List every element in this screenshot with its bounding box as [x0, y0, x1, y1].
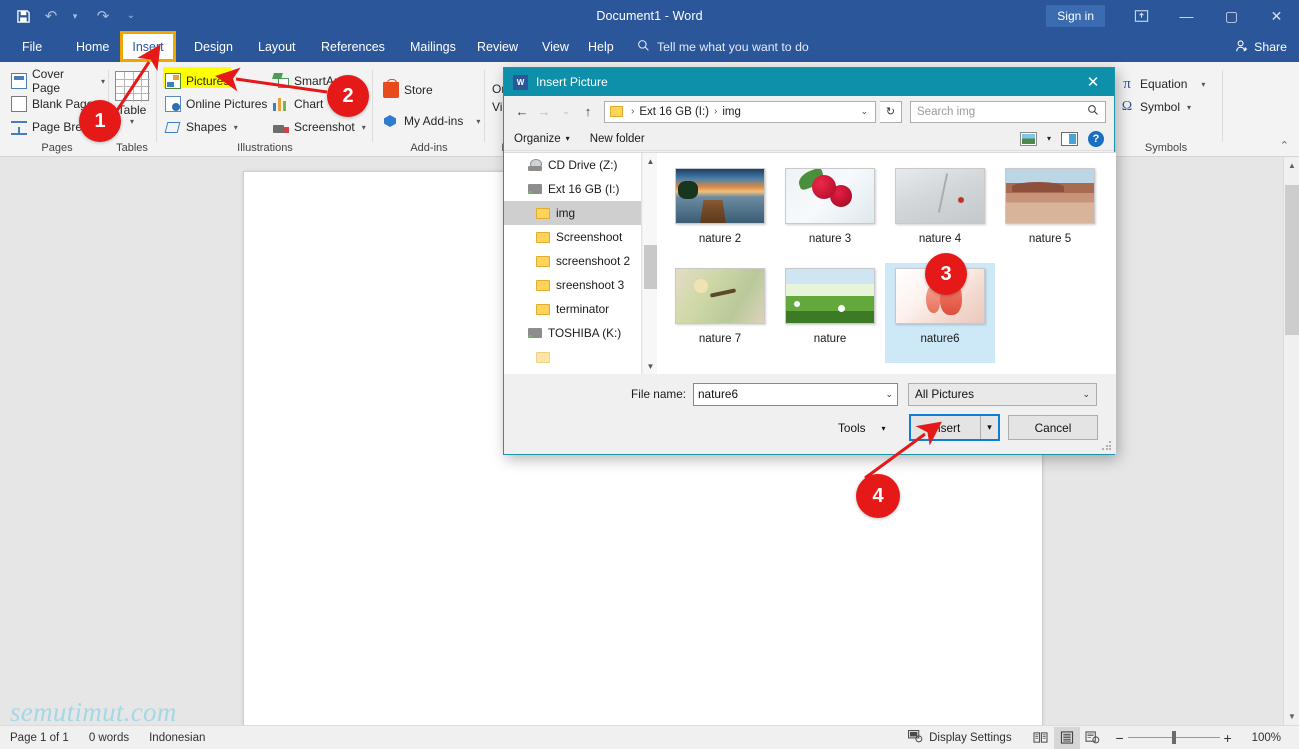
arrow-4 [864, 421, 942, 480]
arrow-1 [114, 44, 161, 113]
callout-arrows [114, 44, 942, 480]
callout-4: 4 [856, 474, 900, 518]
callout-1: 1 [79, 100, 121, 142]
callout-3: 3 [925, 253, 967, 295]
callout-2: 2 [327, 75, 369, 117]
arrow-2 [215, 67, 328, 94]
